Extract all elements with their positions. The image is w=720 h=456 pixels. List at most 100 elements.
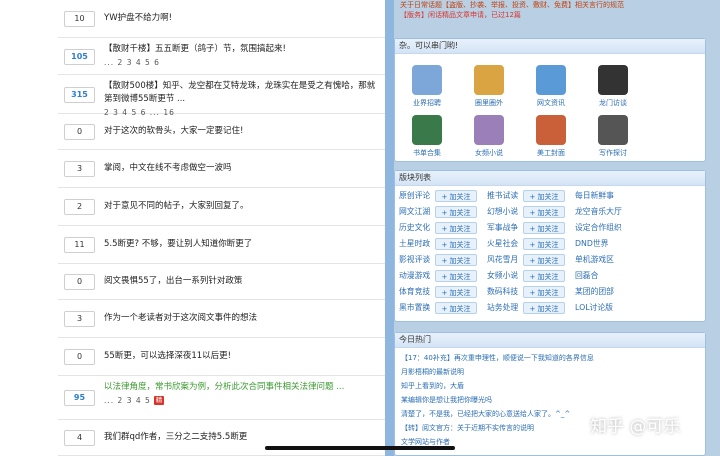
forum-name-link[interactable]: 数码科技 [487, 285, 518, 299]
thread-title[interactable]: 作为一个老读者对于这次阅文事件的想法 [104, 312, 381, 325]
forum-name-link[interactable]: 幻想小说 [487, 205, 518, 219]
follow-button[interactable]: + 加关注 [523, 286, 565, 298]
forum-name-link[interactable]: 原创评论 [399, 189, 430, 203]
forum-name-link[interactable]: 推书试读 [487, 189, 518, 203]
forum-name-link[interactable]: 火星社会 [487, 237, 518, 251]
hot-topic-link[interactable]: 某编辑你是想让我把你曝光吗 [401, 395, 492, 406]
thread-row[interactable]: 0 阅文畏惧55了，出台一系列针对政策 [58, 264, 385, 300]
app-tile[interactable]: 书单合集 [399, 115, 455, 158]
thread-title[interactable]: 掌阅，中文在线不考虑做空一波吗 [104, 162, 381, 175]
app-tile[interactable]: 女频小说 [461, 115, 517, 158]
app-tile-label[interactable]: 写作探讨 [585, 148, 641, 158]
forum-name-link[interactable]: 女频小说 [487, 269, 518, 283]
follow-button[interactable]: + 加关注 [523, 222, 565, 234]
home-indicator[interactable] [265, 446, 455, 450]
forum-name-link[interactable]: 某团的团部 [575, 285, 614, 299]
thread-title[interactable]: YW护盘不给力啊! [104, 12, 381, 25]
thread-title-text[interactable]: 对于这次的软骨头，大家一定要记住! [104, 126, 243, 136]
thread-title-text[interactable]: 掌阅，中文在线不考虑做空一波吗 [104, 163, 232, 173]
thread-title-text[interactable]: 作为一个老读者对于这次阅文事件的想法 [104, 313, 257, 323]
follow-button[interactable]: + 加关注 [523, 206, 565, 218]
follow-button[interactable]: + 加关注 [435, 270, 477, 282]
thread-row[interactable]: 3 作为一个老读者对于这次阅文事件的想法 [58, 300, 385, 338]
thread-title-text[interactable]: 我们群qd作者，三分之二支持5.5断更 [104, 432, 247, 442]
app-tile[interactable]: 写作探讨 [585, 115, 641, 158]
follow-button[interactable]: + 加关注 [435, 254, 477, 266]
forum-name-link[interactable]: 网文江湖 [399, 205, 430, 219]
thread-title[interactable]: 【散财千楼】五五断更（鸽子）节，氛围搞起来! ... 2 3 4 5 6 [104, 43, 381, 70]
follow-button[interactable]: + 加关注 [435, 222, 477, 234]
forum-name-link[interactable]: 每日新鲜事 [575, 189, 614, 203]
app-tile-label[interactable]: 圈里圈外 [461, 98, 517, 108]
hot-topic-link[interactable]: 【转】阅文官方：关于近期不实传言的说明 [401, 423, 534, 434]
app-tile[interactable]: 龙门访谈 [585, 65, 641, 108]
thread-title-text[interactable]: 5.5断更? 不够，要让别人知道你断更了 [104, 239, 252, 249]
thread-title-text[interactable]: YW护盘不给力啊! [104, 13, 172, 23]
hot-topic-link[interactable]: 【17：40补充】再次重申理性，顺便说一下我知道的各界信息 [401, 353, 594, 364]
thread-row[interactable]: 105 【散财千楼】五五断更（鸽子）节，氛围搞起来! ... 2 3 4 5 6 [58, 38, 385, 75]
forum-name-link[interactable]: 站务处理 [487, 301, 518, 315]
thread-row[interactable]: 2 对于意见不同的帖子，大家别回复了。 [58, 188, 385, 226]
thread-title-text[interactable]: 阅文畏惧55了，出台一系列针对政策 [104, 276, 242, 286]
hot-topic-link[interactable]: 月影梧桐的最新说明 [401, 367, 464, 378]
follow-button[interactable]: + 加关注 [435, 190, 477, 202]
thread-row[interactable]: 0 55断更，可以选择深夜11以后更! [58, 338, 385, 376]
app-tile[interactable]: 网文资讯 [523, 65, 579, 108]
forum-name-link[interactable]: 动漫游戏 [399, 269, 430, 283]
forum-name-link[interactable]: 土星时政 [399, 237, 430, 251]
thread-title[interactable]: 对于意见不同的帖子，大家别回复了。 [104, 200, 381, 213]
follow-button[interactable]: + 加关注 [523, 254, 565, 266]
follow-button[interactable]: + 加关注 [523, 190, 565, 202]
app-tile-label[interactable]: 女频小说 [461, 148, 517, 158]
thread-title[interactable]: 以法律角度，常书欣案为例，分析此次合同事件相关法律问题 ... ... 2 3 4… [104, 381, 381, 408]
follow-button[interactable]: + 加关注 [523, 302, 565, 314]
thread-title-text[interactable]: 以法律角度，常书欣案为例，分析此次合同事件相关法律问题 ... [104, 382, 344, 392]
notice-line-2[interactable]: 【版务】闲话精品文章申请，已过12篇 [400, 10, 624, 20]
thread-title[interactable]: 55断更，可以选择深夜11以后更! [104, 350, 381, 363]
follow-button[interactable]: + 加关注 [435, 302, 477, 314]
forum-name-link[interactable]: 影视评谈 [399, 253, 430, 267]
follow-button[interactable]: + 加关注 [435, 286, 477, 298]
forum-name-link[interactable]: LOL讨论版 [575, 301, 613, 315]
forum-name-link[interactable]: DND世界 [575, 237, 608, 251]
thread-row[interactable]: 315 【散财500楼】知乎、龙空都在艾特龙珠，龙珠实在是受之有愧哈，那就第到微博… [58, 75, 385, 117]
thread-title-text[interactable]: 【散财千楼】五五断更（鸽子）节，氛围搞起来! [104, 44, 286, 54]
forum-name-link[interactable]: 龙空音乐大厅 [575, 205, 622, 219]
thread-title[interactable]: 对于这次的软骨头，大家一定要记住! [104, 125, 381, 138]
thread-row[interactable]: 11 5.5断更? 不够，要让别人知道你断更了 [58, 226, 385, 264]
forum-name-link[interactable]: 黑市置换 [399, 301, 430, 315]
thread-row[interactable]: 4 我们群qd作者，三分之二支持5.5断更 [58, 420, 385, 456]
thread-title-text[interactable]: 【散财500楼】知乎、龙空都在艾特龙珠，龙珠实在是受之有愧哈，那就第到微博55断… [104, 81, 375, 104]
app-tile[interactable]: 美工封面 [523, 115, 579, 158]
thread-row[interactable]: 3 掌阅，中文在线不考虑做空一波吗 [58, 150, 385, 188]
forum-name-link[interactable]: 军事战争 [487, 221, 518, 235]
thread-title[interactable]: 阅文畏惧55了，出台一系列针对政策 [104, 275, 381, 288]
hot-topic-link[interactable]: 知乎上看到的，大盾 [401, 381, 464, 392]
page-links[interactable]: ... 2 3 4 5 [104, 396, 151, 405]
thread-row[interactable]: 95 以法律角度，常书欣案为例，分析此次合同事件相关法律问题 ... ... 2 3… [58, 376, 385, 420]
follow-button[interactable]: + 加关注 [435, 206, 477, 218]
forum-name-link[interactable]: 体育竞技 [399, 285, 430, 299]
app-tile[interactable]: 圈里圈外 [461, 65, 517, 108]
app-tile-label[interactable]: 书单合集 [399, 148, 455, 158]
app-tile-label[interactable]: 业界招聘 [399, 98, 455, 108]
page-links[interactable]: ... 2 3 4 5 6 [104, 58, 160, 67]
app-tile-label[interactable]: 网文资讯 [523, 98, 579, 108]
follow-button[interactable]: + 加关注 [435, 238, 477, 250]
follow-button[interactable]: + 加关注 [523, 238, 565, 250]
thread-row[interactable]: 10 YW护盘不给力啊! [58, 0, 385, 38]
notice-line-1[interactable]: 关于日常话题【盗版、抄袭、举报、投资、敷财、免费】相关言行的规范 [400, 0, 624, 10]
app-tile-label[interactable]: 龙门访谈 [585, 98, 641, 108]
forum-name-link[interactable]: 设定合作组织 [575, 221, 622, 235]
thread-title-text[interactable]: 55断更，可以选择深夜11以后更! [104, 351, 231, 361]
forum-name-link[interactable]: 单机游戏区 [575, 253, 614, 267]
thread-title-text[interactable]: 对于意见不同的帖子，大家别回复了。 [104, 201, 249, 211]
hot-topic-link[interactable]: 清楚了，不是我，已经把大家的心意送给人家了。^_^ [401, 409, 570, 420]
forum-name-link[interactable]: 回磊合 [575, 269, 598, 283]
forum-name-link[interactable]: 风花雪月 [487, 253, 518, 267]
thread-title[interactable]: 5.5断更? 不够，要让别人知道你断更了 [104, 238, 381, 251]
forum-name-link[interactable]: 历史文化 [399, 221, 430, 235]
app-tile[interactable]: 业界招聘 [399, 65, 455, 108]
follow-button[interactable]: + 加关注 [523, 270, 565, 282]
thread-title[interactable]: 我们群qd作者，三分之二支持5.5断更 [104, 431, 381, 444]
